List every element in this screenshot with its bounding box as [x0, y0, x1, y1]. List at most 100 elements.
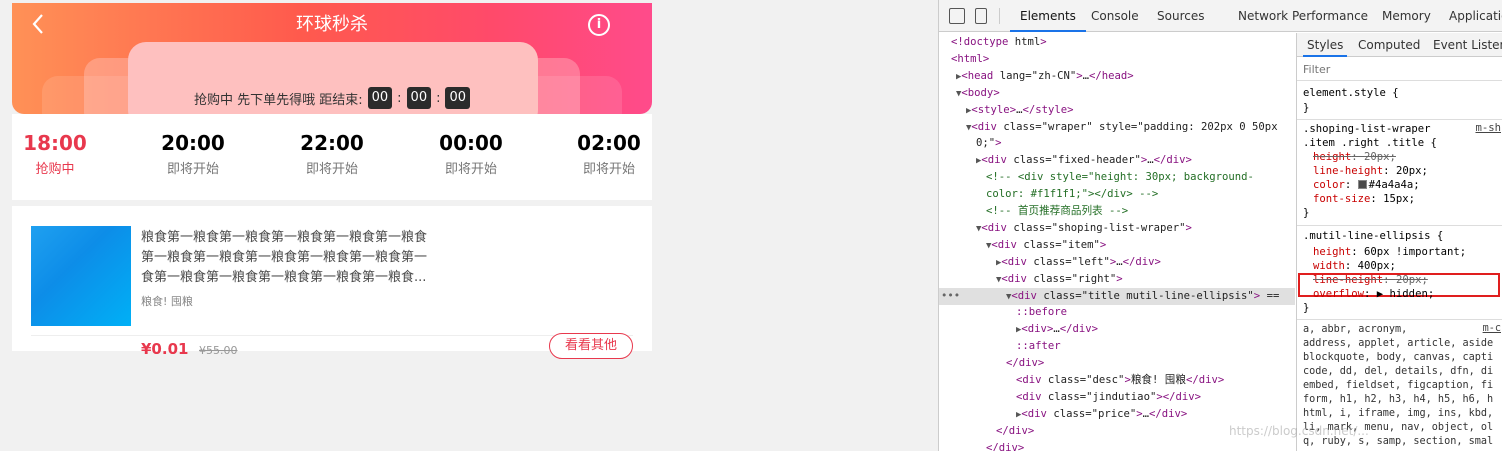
- dom-node[interactable]: ▼<div class="item">: [939, 237, 1295, 254]
- styles-tabs: Styles Computed Event Listene: [1297, 33, 1502, 57]
- tab-application[interactable]: Applicatio: [1449, 0, 1502, 32]
- time-slot-time: 18:00: [23, 131, 87, 155]
- style-prop-value: 400px;: [1357, 260, 1396, 272]
- ua-selector-line: address, applet, article, aside: [1303, 338, 1494, 349]
- countdown-seconds: 00: [445, 87, 471, 109]
- dom-node[interactable]: </div>: [939, 440, 1295, 451]
- styles-filter-input[interactable]: [1297, 59, 1502, 81]
- dom-node[interactable]: ::before: [939, 304, 1295, 321]
- elements-tree[interactable]: <!doctype html> <html> ▶<head lang="zh-CN"…: [939, 33, 1295, 451]
- style-prop-value: 15px;: [1383, 193, 1416, 205]
- tab-event-listeners[interactable]: Event Listene: [1433, 33, 1502, 57]
- product-item[interactable]: 粮食第一粮食第一粮食第一粮食第一粮食第一粮食 第一粮食第一粮食第一粮食第一粮食第…: [12, 206, 652, 359]
- styles-pane: Styles Computed Event Listene element.st…: [1296, 33, 1502, 451]
- dom-node[interactable]: <div class="jindutiao"></div>: [939, 389, 1295, 406]
- page-title: 环球秒杀: [296, 14, 368, 35]
- tab-performance[interactable]: Performance: [1292, 0, 1368, 32]
- dom-node[interactable]: <div class="desc">粮食! 囤粮</div>: [939, 372, 1295, 389]
- tab-elements[interactable]: Elements: [1010, 0, 1086, 32]
- tab-sources[interactable]: Sources: [1157, 0, 1204, 32]
- dom-node[interactable]: ▶<div class="left">…</div>: [939, 254, 1295, 271]
- page-viewport: 环球秒杀 i 抢购中 先下单先得哦 距结束: 00 : 00 : 00 18:0…: [0, 0, 938, 451]
- time-slot-0200[interactable]: 02:00 即将开始: [559, 128, 659, 182]
- dom-node[interactable]: ▶<div class="price">…</div>: [939, 406, 1295, 423]
- rule-selector[interactable]: .mutil-line-ellipsis {: [1303, 229, 1502, 243]
- style-prop[interactable]: overflow: ▶ hidden;: [1313, 287, 1502, 301]
- dom-node[interactable]: ::after: [939, 338, 1295, 355]
- dom-node[interactable]: ▼<div class="right">: [939, 271, 1295, 288]
- product-title-line: 第一粮食第一粮食第一粮食第一粮食第一粮食第一: [141, 250, 428, 265]
- style-prop-name: height: [1313, 246, 1352, 258]
- header-banner: 环球秒杀 i 抢购中 先下单先得哦 距结束: 00 : 00 : 00: [12, 3, 652, 114]
- tab-network[interactable]: Network: [1238, 0, 1288, 32]
- time-slot-status: 即将开始: [166, 162, 219, 177]
- rule-selector[interactable]: .item .right .title {: [1303, 136, 1502, 150]
- inspect-icon[interactable]: [949, 8, 965, 24]
- style-prop-value: 20px;: [1395, 274, 1428, 286]
- divider: [999, 8, 1000, 24]
- countdown-bar: 抢购中 先下单先得哦 距结束: 00 : 00 : 00: [12, 86, 652, 110]
- product-title[interactable]: 粮食第一粮食第一粮食第一粮食第一粮食第一粮食 第一粮食第一粮食第一粮食第一粮食第…: [141, 228, 541, 288]
- element-style-selector[interactable]: element.style {: [1303, 86, 1502, 100]
- tab-computed[interactable]: Computed: [1358, 33, 1420, 57]
- tab-styles[interactable]: Styles: [1303, 33, 1348, 57]
- style-prop-name: height: [1313, 151, 1352, 163]
- style-prop[interactable]: width: 400px;: [1313, 259, 1502, 273]
- style-prop[interactable]: font-size: 15px;: [1313, 192, 1502, 206]
- dom-node[interactable]: 0;">: [939, 135, 1295, 152]
- see-others-button[interactable]: 看看其他: [549, 333, 633, 359]
- style-prop[interactable]: line-height: 20px;: [1313, 164, 1502, 178]
- style-prop[interactable]: color: #4a4a4a;: [1313, 178, 1502, 192]
- rule-source-link[interactable]: m-sh: [1475, 122, 1501, 134]
- time-slot-2000[interactable]: 20:00 即将开始: [143, 128, 243, 182]
- dom-node[interactable]: <!-- <div style="height: 30px; backgroun…: [939, 169, 1295, 186]
- product-title-line: 粮食第一粮食第一粮食第一粮食第一粮食第一粮食: [141, 230, 428, 245]
- time-slot-bar: 18:00 抢购中 20:00 即将开始 22:00 即将开始 00:00 即将…: [12, 114, 652, 200]
- dom-node[interactable]: color: #f1f1f1;"></div> -->: [939, 186, 1295, 203]
- style-prop-name: font-size: [1313, 193, 1371, 205]
- dom-node[interactable]: <!-- 首页推荐商品列表 -->: [939, 203, 1295, 220]
- dom-node-selected[interactable]: ▼<div class="title mutil-line-ellipsis">…: [939, 287, 1295, 305]
- product-old-price: ¥55.00: [199, 344, 238, 357]
- countdown-hours: 00: [367, 87, 393, 109]
- style-prop[interactable]: height: 60px !important;: [1313, 245, 1502, 259]
- more-options-icon[interactable]: •••: [941, 288, 960, 305]
- dom-node[interactable]: ▶<style>…</style>: [939, 102, 1295, 119]
- tab-console[interactable]: Console: [1091, 0, 1139, 32]
- product-image[interactable]: [31, 226, 131, 326]
- countdown-label: 抢购中 先下单先得哦 距结束:: [193, 92, 363, 108]
- time-slot-time: 02:00: [577, 131, 641, 155]
- dom-node[interactable]: ▶<head lang="zh-CN">…</head>: [939, 68, 1295, 85]
- info-icon[interactable]: i: [588, 14, 610, 36]
- dom-node[interactable]: ▼<div class="shoping-list-wraper">: [939, 220, 1295, 237]
- time-slot-1800[interactable]: 18:00 抢购中: [5, 128, 105, 182]
- style-prop-value: ▶ hidden;: [1376, 288, 1435, 300]
- ua-selector-line: html, i, iframe, img, ins, kbd,: [1303, 408, 1494, 419]
- mobile-page: 环球秒杀 i 抢购中 先下单先得哦 距结束: 00 : 00 : 00 18:0…: [12, 3, 652, 359]
- dom-node[interactable]: ▶<div>…</div>: [939, 321, 1295, 338]
- rule-selector-text: .shoping-list-wraper: [1303, 123, 1431, 135]
- style-prop-value: #4a4a4a;: [1368, 179, 1420, 191]
- time-slot-2200[interactable]: 22:00 即将开始: [282, 128, 382, 182]
- countdown-separator: :: [436, 90, 441, 106]
- dom-node[interactable]: <!doctype html>: [939, 34, 1295, 51]
- rule-selector[interactable]: .shoping-list-wraper: [1303, 122, 1502, 136]
- style-prop-name: width: [1313, 260, 1345, 272]
- ua-selector-line: code, dd, del, details, dfn, di: [1303, 366, 1494, 377]
- dom-node[interactable]: </div>: [939, 355, 1295, 372]
- dom-node[interactable]: ▶<div class="fixed-header">…</div>: [939, 152, 1295, 169]
- ua-selector-line: blockquote, body, canvas, capti: [1303, 352, 1494, 363]
- device-toggle-icon[interactable]: [975, 8, 987, 24]
- time-slot-0000[interactable]: 00:00 即将开始: [421, 128, 521, 182]
- tab-memory[interactable]: Memory: [1382, 0, 1431, 32]
- dom-node[interactable]: ▼<div class="wraper" style="padding: 202…: [939, 119, 1295, 136]
- color-swatch-icon[interactable]: [1357, 180, 1367, 189]
- style-prop[interactable]: line-height: 20px;: [1313, 273, 1502, 287]
- style-prop-value: 60px !important;: [1364, 246, 1467, 258]
- ua-selector-line: a, abbr, acronym,: [1303, 324, 1408, 335]
- ua-selector-line: form, h1, h2, h3, h4, h5, h6, h: [1303, 394, 1494, 405]
- time-slot-status: 抢购中: [35, 162, 75, 177]
- style-prop[interactable]: height: 20px;: [1313, 150, 1502, 164]
- dom-node[interactable]: ▼<body>: [939, 85, 1295, 102]
- dom-node[interactable]: <html>: [939, 51, 1295, 68]
